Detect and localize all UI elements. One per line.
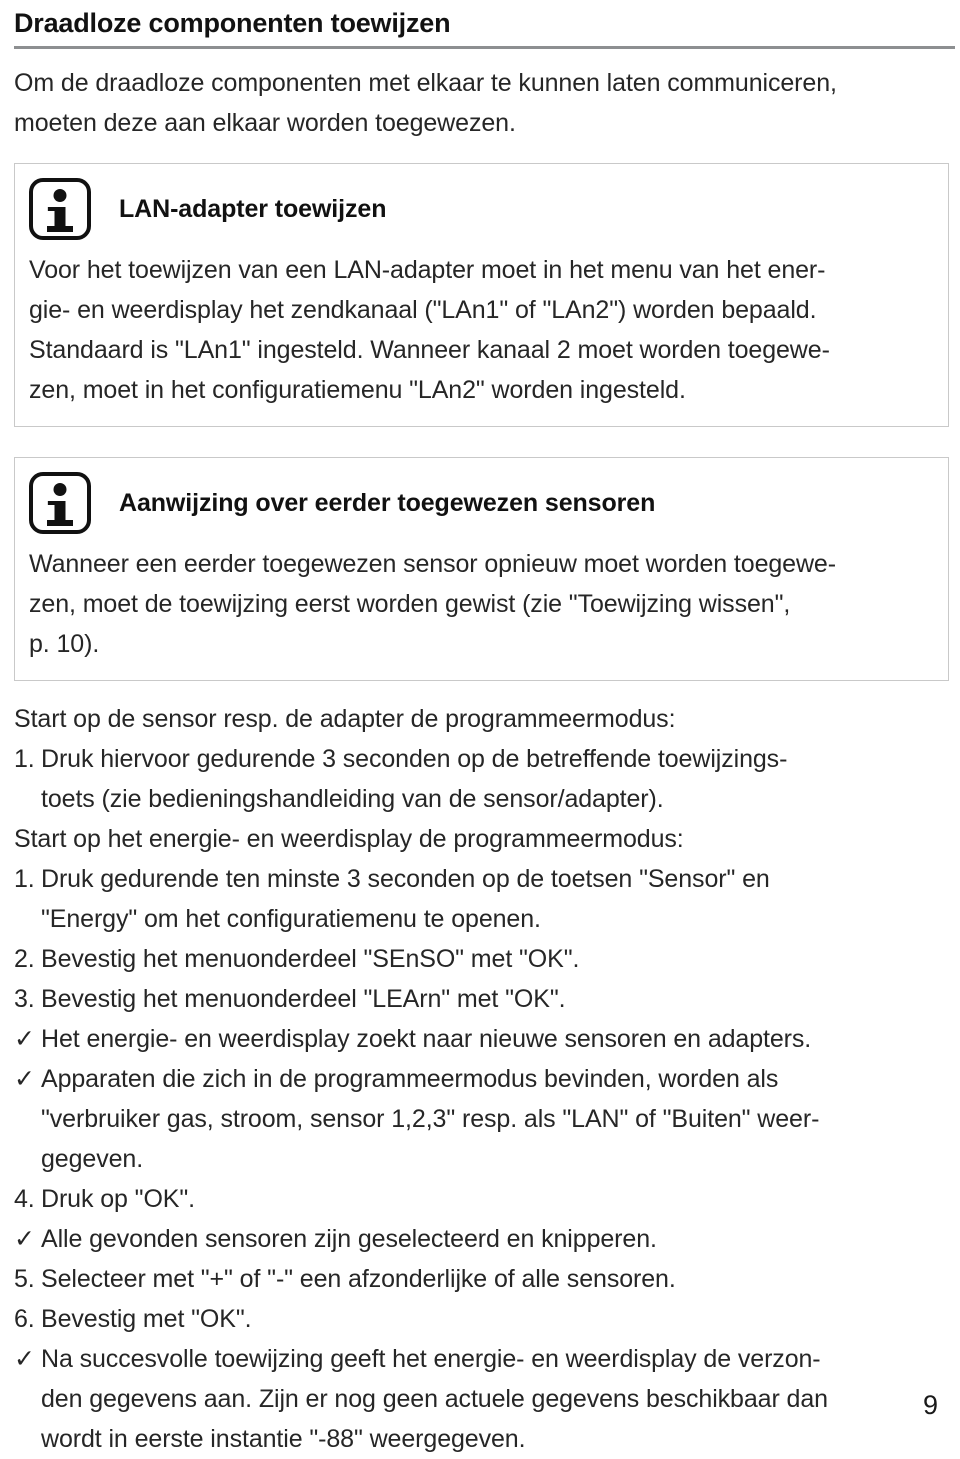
step-line: Na succesvolle toewijzing geeft het ener…	[41, 1345, 821, 1373]
step-text: Druk gedurende ten minste 3 seconden op …	[41, 859, 938, 939]
list-item: 4. Druk op "OK".	[14, 1179, 938, 1219]
step-line: Druk hiervoor gedurende 3 seconden op de…	[41, 745, 788, 773]
step-marker: 4.	[14, 1185, 35, 1213]
info-box-header: LAN-adapter toewijzen	[29, 178, 932, 240]
list-item-result: ✓ Na succesvolle toewijzing geeft het en…	[14, 1339, 938, 1459]
info-body-line: Standaard is "LAn1" ingesteld. Wanneer k…	[29, 336, 830, 364]
step-marker: 1.	[14, 865, 35, 893]
step-text: Na succesvolle toewijzing geeft het ener…	[41, 1339, 938, 1459]
info-box-header: Aanwijzing over eerder toegewezen sensor…	[29, 472, 932, 534]
info-body-line: Voor het toewijzen van een LAN-adapter m…	[29, 256, 826, 284]
procedure-lead-sensor: Start op de sensor resp. de adapter de p…	[14, 705, 676, 733]
info-icon-dot	[53, 189, 67, 202]
info-box-body: Wanneer een eerder toegewezen sensor opn…	[29, 544, 932, 664]
checkmark-icon: ✓	[14, 1345, 35, 1373]
step-line: Selecteer met "+" of "-" een afzonderlij…	[41, 1265, 676, 1293]
step-line: Bevestig met "OK".	[41, 1305, 252, 1333]
info-icon-dot	[53, 483, 67, 496]
step-line: Alle gevonden sensoren zijn geselecteerd…	[41, 1225, 657, 1253]
step-text: Bevestig met "OK".	[41, 1299, 938, 1339]
step-line: toets (zie bedieningshandleiding van de …	[41, 785, 664, 813]
info-icon-base	[47, 520, 73, 526]
step-marker: 1.	[14, 745, 35, 773]
checkmark-icon: ✓	[14, 1065, 35, 1093]
info-box-previously-assigned-sensors: Aanwijzing over eerder toegewezen sensor…	[14, 457, 949, 681]
intro-line: moeten deze aan elkaar worden toegewezen…	[14, 109, 516, 137]
info-body-line: p. 10).	[29, 630, 100, 658]
step-line: Apparaten die zich in de programmeermodu…	[41, 1065, 779, 1093]
document-page: Draadloze componenten toewijzen Om de dr…	[0, 6, 960, 1453]
step-line: "verbruiker gas, stroom, sensor 1,2,3" r…	[41, 1105, 820, 1133]
intro-line: Om de draadloze componenten met elkaar t…	[14, 69, 837, 97]
step-line: wordt in eerste instantie "-88" weergege…	[41, 1425, 526, 1453]
step-text: Alle gevonden sensoren zijn geselecteerd…	[41, 1219, 938, 1259]
step-text: Druk hiervoor gedurende 3 seconden op de…	[41, 739, 938, 819]
procedure-section: Start op de sensor resp. de adapter de p…	[14, 699, 938, 1459]
step-line: Het energie- en weerdisplay zoekt naar n…	[41, 1025, 812, 1053]
list-item-result: ✓ Alle gevonden sensoren zijn geselectee…	[14, 1219, 938, 1259]
step-line: Druk gedurende ten minste 3 seconden op …	[41, 865, 770, 893]
step-marker: 3.	[14, 985, 35, 1013]
info-box-lan-adapter: LAN-adapter toewijzen Voor het toewijzen…	[14, 163, 949, 427]
list-item: 1. Druk gedurende ten minste 3 seconden …	[14, 859, 938, 939]
intro-paragraph: Om de draadloze componenten met elkaar t…	[14, 63, 938, 143]
list-item-result: ✓ Apparaten die zich in de programmeermo…	[14, 1059, 938, 1179]
step-text: Druk op "OK".	[41, 1179, 938, 1219]
step-line: Bevestig het menuonderdeel "LEArn" met "…	[41, 985, 566, 1013]
list-item: 6. Bevestig met "OK".	[14, 1299, 938, 1339]
info-box-title: LAN-adapter toewijzen	[119, 194, 387, 223]
list-item: 2. Bevestig het menuonderdeel "SEnSO" me…	[14, 939, 938, 979]
list-item: 1. Druk hiervoor gedurende 3 seconden op…	[14, 739, 938, 819]
info-icon-base	[47, 226, 73, 232]
list-item-result: ✓ Het energie- en weerdisplay zoekt naar…	[14, 1019, 938, 1059]
page-number: 9	[922, 1390, 938, 1420]
step-text: Selecteer met "+" of "-" een afzonderlij…	[41, 1259, 938, 1299]
step-line: Druk op "OK".	[41, 1185, 195, 1213]
info-box-title: Aanwijzing over eerder toegewezen sensor…	[119, 488, 656, 517]
step-text: Bevestig het menuonderdeel "SEnSO" met "…	[41, 939, 938, 979]
step-line: Bevestig het menuonderdeel "SEnSO" met "…	[41, 945, 580, 973]
step-text: Apparaten die zich in de programmeermodu…	[41, 1059, 938, 1179]
step-marker: 6.	[14, 1305, 35, 1333]
title-divider	[14, 46, 955, 49]
list-item: 3. Bevestig het menuonderdeel "LEArn" me…	[14, 979, 938, 1019]
step-line: "Energy" om het configuratiemenu te open…	[41, 905, 541, 933]
info-body-line: gie- en weerdisplay het zendkanaal ("LAn…	[29, 296, 817, 324]
step-marker: 5.	[14, 1265, 35, 1293]
checkmark-icon: ✓	[14, 1225, 35, 1253]
page-title: Draadloze componenten toewijzen	[14, 8, 451, 38]
info-body-line: Wanneer een eerder toegewezen sensor opn…	[29, 550, 836, 578]
step-text: Bevestig het menuonderdeel "LEArn" met "…	[41, 979, 938, 1019]
info-body-line: zen, moet de toewijzing eerst worden gew…	[29, 590, 791, 618]
step-line: gegeven.	[41, 1145, 144, 1173]
info-icon	[29, 472, 91, 534]
step-marker: 2.	[14, 945, 35, 973]
info-icon	[29, 178, 91, 240]
list-item: 5. Selecteer met "+" of "-" een afzonder…	[14, 1259, 938, 1299]
procedure-lead-display: Start op het energie- en weerdisplay de …	[14, 825, 684, 853]
step-text: Het energie- en weerdisplay zoekt naar n…	[41, 1019, 938, 1059]
info-box-body: Voor het toewijzen van een LAN-adapter m…	[29, 250, 932, 410]
step-line: den gegevens aan. Zijn er nog geen actue…	[41, 1385, 828, 1413]
info-body-line: zen, moet in het configuratiemenu "LAn2"…	[29, 376, 686, 404]
checkmark-icon: ✓	[14, 1025, 35, 1053]
